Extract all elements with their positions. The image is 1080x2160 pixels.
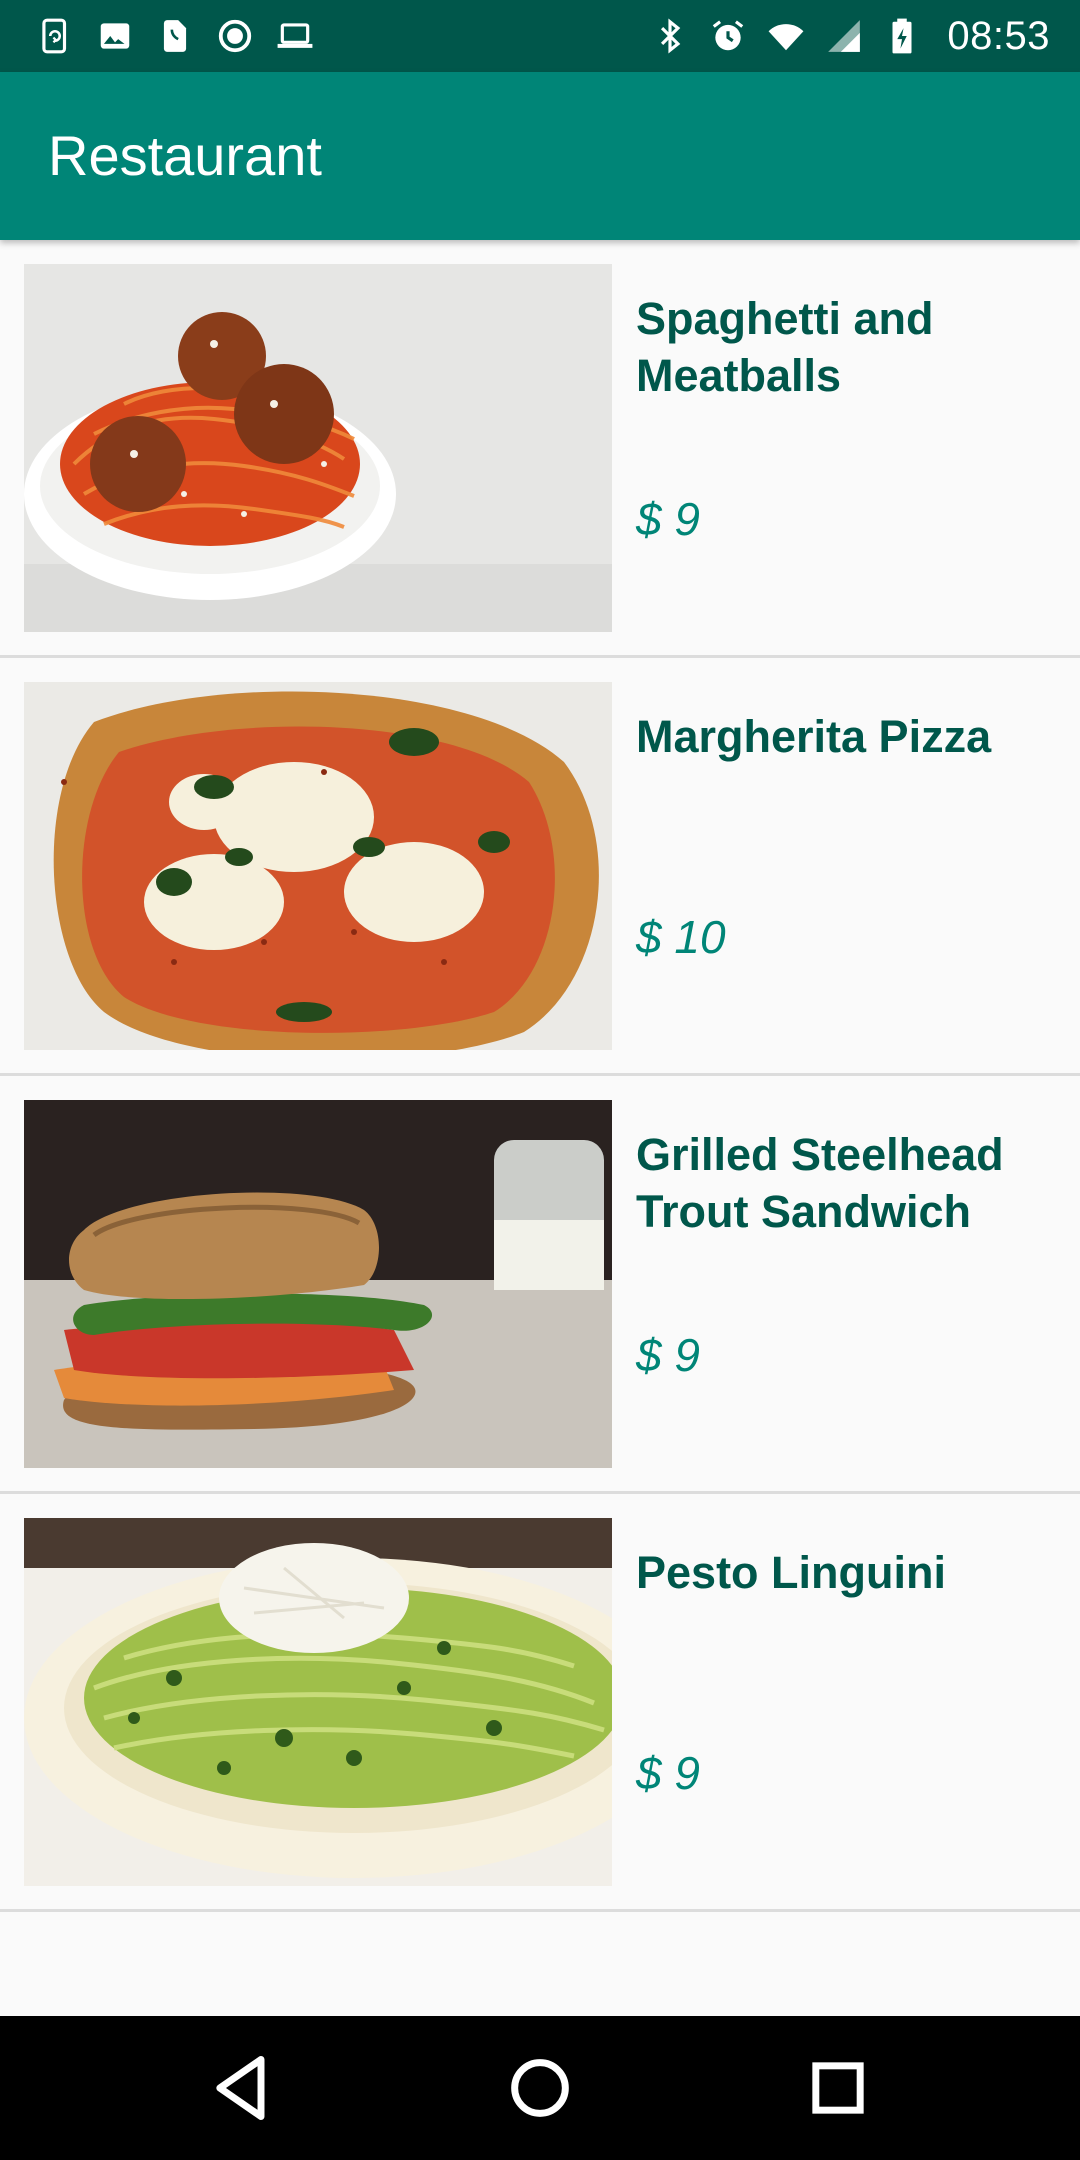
status-right-icons: 08:53 [651, 12, 1050, 60]
image-icon [96, 17, 134, 55]
item-name: Spaghetti and Meatballs [636, 293, 934, 401]
signal-icon [825, 17, 863, 55]
navigation-bar [0, 2016, 1080, 2160]
item-name: Margherita Pizza [636, 711, 992, 762]
item-price: $ 9 [636, 493, 700, 545]
item-price: $ 10 [636, 911, 726, 963]
alarm-icon [709, 17, 747, 55]
item-name: Pesto Linguini [636, 1547, 946, 1598]
record-icon [216, 17, 254, 55]
margherita-pizza-image [24, 682, 612, 1050]
trout-sandwich-image [24, 1100, 612, 1468]
status-left-icons [36, 12, 314, 60]
item-price: $ 9 [636, 1747, 700, 1799]
app-title: Restaurant [48, 124, 322, 187]
sim-icon [156, 17, 194, 55]
phone-sync-icon [36, 17, 74, 55]
home-icon[interactable] [502, 2050, 578, 2126]
menu-item-pesto-linguini[interactable]: Pesto Linguini $ 9 [0, 1494, 1080, 1912]
menu-item-margherita-pizza[interactable]: Margherita Pizza $ 10 [0, 658, 1080, 1076]
wifi-icon [767, 17, 805, 55]
recents-icon[interactable] [800, 2050, 876, 2126]
laptop-icon [276, 17, 314, 55]
menu-list: Spaghetti and Meatballs $ 9 Margherita P… [0, 240, 1080, 1912]
pesto-linguini-image [24, 1518, 612, 1886]
battery-icon [883, 17, 921, 55]
back-icon[interactable] [204, 2050, 280, 2126]
app-bar: Restaurant [0, 72, 1080, 240]
item-price: $ 9 [636, 1329, 700, 1381]
menu-item-trout-sandwich[interactable]: Grilled Steelhead Trout Sandwich $ 9 [0, 1076, 1080, 1494]
status-bar: 08:53 [0, 0, 1080, 72]
status-time: 08:53 [947, 14, 1050, 58]
bluetooth-icon [651, 17, 689, 55]
menu-item-spaghetti-meatballs[interactable]: Spaghetti and Meatballs $ 9 [0, 240, 1080, 658]
item-name: Grilled Steelhead Trout Sandwich [636, 1129, 1004, 1237]
spaghetti-meatballs-image [24, 264, 612, 632]
